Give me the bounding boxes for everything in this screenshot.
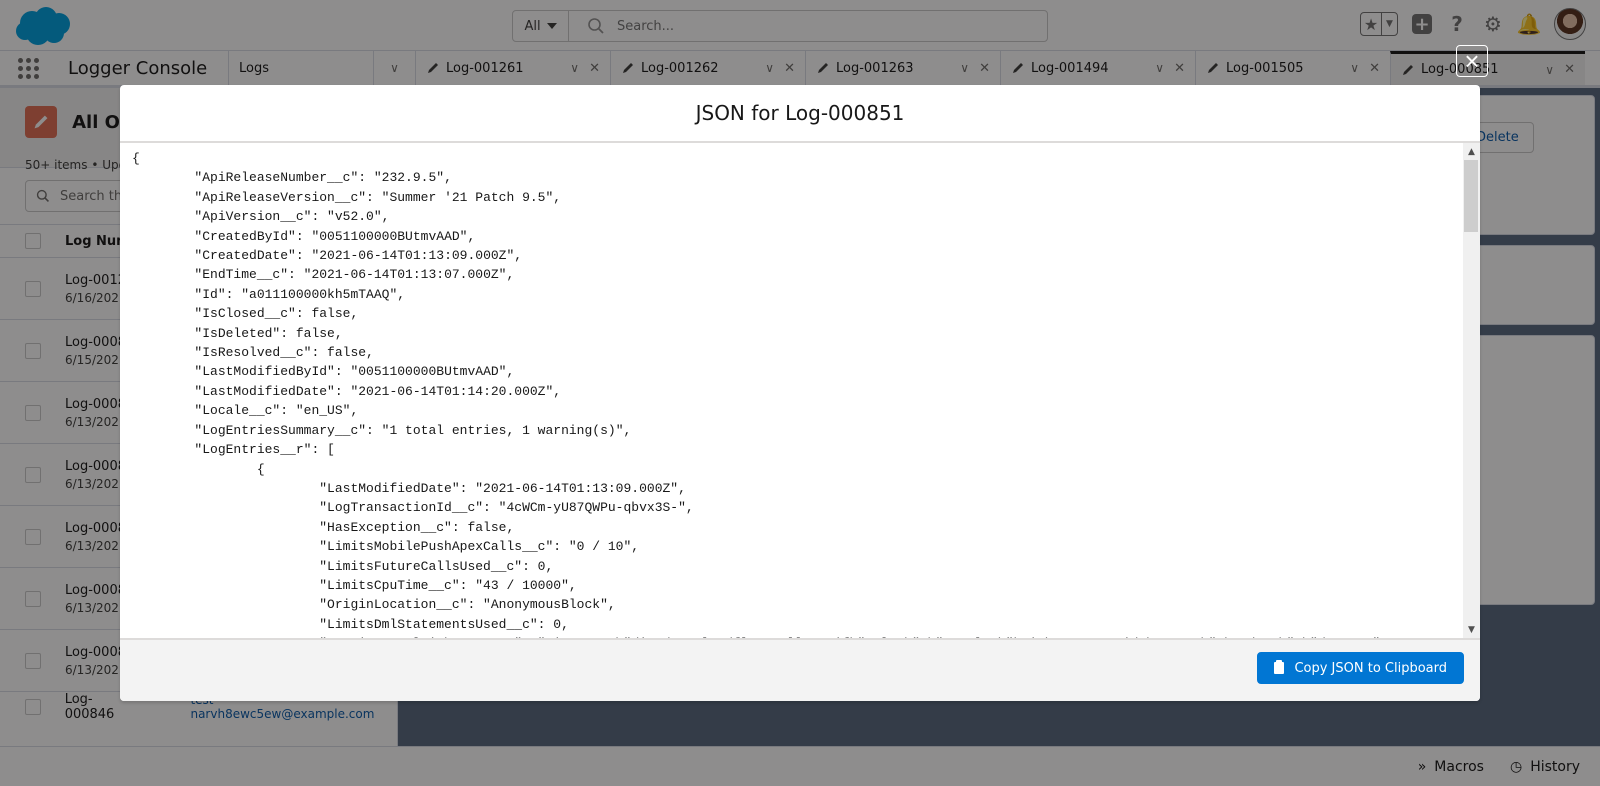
json-line: "LastModifiedDate": "2021-06-14T01:14:20… — [132, 383, 562, 399]
modal-title: JSON for Log-000851 — [695, 101, 905, 125]
modal-footer: Copy JSON to Clipboard — [120, 638, 1480, 701]
json-line: "ApiReleaseVersion__c": "Summer '21 Patc… — [132, 189, 562, 205]
json-line: "LimitsDmlStatementsUsed__c": 0, — [132, 616, 569, 632]
copy-json-button[interactable]: Copy JSON to Clipboard — [1257, 652, 1464, 684]
json-line: "Locale__c": "en_US", — [132, 403, 359, 419]
scroll-up-arrow-icon[interactable]: ▲ — [1463, 143, 1480, 160]
json-line: "IsClosed__c": false, — [132, 306, 359, 322]
clipboard-icon — [1274, 660, 1285, 674]
modal-body: { "ApiReleaseNumber__c": "232.9.5", "Api… — [120, 143, 1480, 638]
json-line: "EndTime__c": "2021-06-14T01:13:07.000Z"… — [132, 267, 515, 283]
json-line: "LastModifiedById": "0051100000BUtmvAAD"… — [132, 364, 515, 380]
json-line: "LimitsFutureCallsUsed__c": 0, — [132, 558, 554, 574]
json-line: "LimitsMobilePushApexCalls__c": "0 / 10"… — [132, 539, 640, 555]
modal-header: JSON for Log-000851 — [120, 85, 1480, 143]
json-line: "IsDeleted": false, — [132, 325, 343, 341]
json-line: "CreatedDate": "2021-06-14T01:13:09.000Z… — [132, 248, 523, 264]
json-modal: JSON for Log-000851 { "ApiReleaseNumber_… — [120, 85, 1480, 701]
json-line: { — [132, 461, 265, 477]
close-icon: × — [1464, 45, 1480, 76]
json-line: "LastModifiedDate": "2021-06-14T01:13:09… — [132, 480, 686, 496]
json-line: "LimitsCpuTime__c": "43 / 10000", — [132, 577, 577, 593]
copy-json-label: Copy JSON to Clipboard — [1294, 660, 1447, 676]
json-line: "CreatedById": "0051100000BUtmvAAD", — [132, 228, 476, 244]
json-scrollbar[interactable]: ▲ ▼ — [1463, 143, 1480, 638]
scroll-thumb[interactable] — [1464, 160, 1478, 232]
json-line: "ApiVersion__c": "v52.0", — [132, 209, 390, 225]
json-line: "HasException__c": false, — [132, 519, 515, 535]
modal-close-button[interactable]: × — [1456, 45, 1488, 77]
json-line: "LogEntries__r": [ — [132, 442, 335, 458]
scroll-down-arrow-icon[interactable]: ▼ — [1463, 621, 1480, 638]
json-line: "LogTransactionId__c": "4cWCm-yU87QWPu-q… — [132, 500, 694, 516]
json-line: "Id": "a011100000kh5mTAAQ", — [132, 286, 406, 302]
json-line: { — [132, 151, 140, 166]
json-line: "LogEntriesSummary__c": "1 total entries… — [132, 422, 632, 438]
json-line: "OriginLocation__c": "AnonymousBlock", — [132, 597, 616, 613]
json-line: "ApiReleaseNumber__c": "232.9.5", — [132, 170, 452, 186]
json-line: "IsResolved__c": false, — [132, 345, 374, 361]
json-content[interactable]: { "ApiReleaseNumber__c": "232.9.5", "Api… — [132, 149, 1452, 638]
